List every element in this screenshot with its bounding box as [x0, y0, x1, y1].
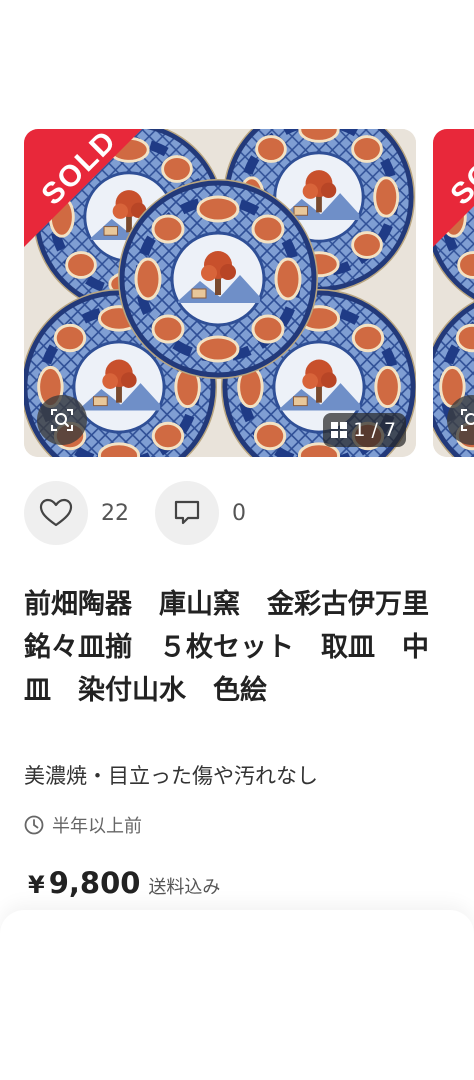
image-counter: 1 / 7 [323, 413, 406, 447]
product-title: 前畑陶器 庫山窯 金彩古伊万里 銘々皿揃 ５枚セット 取皿 中皿 染付山水 色絵 [24, 589, 456, 706]
next-product-image[interactable]: SOLD [433, 129, 474, 457]
price-amount: 9,800 [48, 866, 141, 900]
image-search-icon [461, 409, 474, 431]
posted-time: 半年以上前 [24, 812, 142, 838]
heart-icon [39, 498, 73, 527]
product-condition: 美濃焼・目立った傷や汚れなし [24, 764, 318, 788]
grid-icon [331, 422, 348, 438]
product-image[interactable]: SOLD 1 / 7 [24, 129, 416, 457]
top-bar [0, 0, 474, 110]
image-carousel[interactable]: SOLD 1 / 7 SOLD [0, 129, 474, 457]
price-currency: ¥ [28, 871, 45, 899]
engagement-bar: 22 0 [24, 480, 246, 546]
price: ¥ 9,800 送料込み [28, 866, 220, 900]
bottom-sheet [0, 910, 474, 1080]
image-search-icon [51, 409, 73, 431]
image-counter-text: 1 / 7 [353, 419, 396, 441]
posted-time-text: 半年以上前 [52, 816, 142, 837]
comment-icon [174, 500, 200, 525]
image-search-button[interactable] [37, 395, 87, 445]
shipping-note: 送料込み [148, 877, 221, 898]
comment-button[interactable] [155, 481, 219, 545]
clock-icon [24, 815, 44, 835]
likes-count: 22 [101, 500, 129, 526]
like-button[interactable] [24, 481, 88, 545]
comments-count: 0 [232, 500, 246, 526]
